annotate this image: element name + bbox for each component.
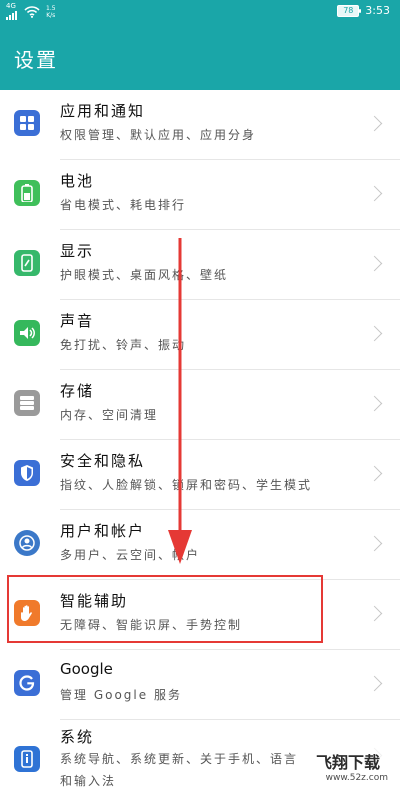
settings-item-subtitle: 省电模式、耗电排行 bbox=[60, 198, 187, 212]
apps-grid-icon bbox=[14, 110, 40, 136]
user-icon bbox=[14, 530, 40, 556]
speaker-icon bbox=[14, 320, 40, 346]
chevron-right-icon bbox=[366, 605, 383, 622]
watermark-line2: www.52z.com bbox=[325, 773, 388, 783]
settings-item-storage[interactable]: 存储 内存、空间清理 bbox=[0, 370, 400, 440]
chevron-right-icon bbox=[366, 395, 383, 412]
annotation-arrow bbox=[168, 238, 192, 564]
wifi-icon bbox=[24, 5, 40, 18]
chevron-right-icon bbox=[366, 325, 383, 342]
page-title: 设置 bbox=[14, 48, 58, 72]
speed-value: 1.5 bbox=[46, 4, 56, 12]
settings-item-title: 安全和隐私 bbox=[60, 452, 146, 470]
signal-icon bbox=[6, 11, 17, 20]
settings-item-title: Google bbox=[60, 660, 113, 678]
settings-item-battery[interactable]: 电池 省电模式、耗电排行 bbox=[0, 160, 400, 230]
settings-item-security[interactable]: 安全和隐私 指纹、人脸解锁、锁屏和密码、学生模式 bbox=[0, 440, 400, 510]
battery-icon bbox=[14, 180, 40, 206]
toolbar: 设置 bbox=[0, 26, 400, 90]
settings-item-users[interactable]: 用户和帐户 多用户、云空间、帐户 bbox=[0, 510, 400, 580]
settings-item-subtitle: 权限管理、默认应用、应用分身 bbox=[60, 128, 257, 142]
settings-item-subtitle: 管理 Google 服务 bbox=[60, 688, 182, 702]
settings-item-title: 声音 bbox=[60, 312, 95, 330]
settings-item-title: 系统 bbox=[60, 728, 95, 746]
settings-item-display[interactable]: 显示 护眼模式、桌面风格、壁纸 bbox=[0, 230, 400, 300]
watermark-text: 飞翔下载 www.52z.com bbox=[312, 747, 392, 785]
settings-item-subtitle: 系统导航、系统更新、关于手机、语言 bbox=[60, 752, 299, 766]
watermark-line1: 飞翔下载 bbox=[316, 753, 381, 772]
settings-item-title: 电池 bbox=[60, 172, 95, 190]
network-speed: 1.5 K/s bbox=[46, 5, 56, 19]
settings-item-google[interactable]: Google 管理 Google 服务 bbox=[0, 650, 400, 720]
settings-item-subtitle-line2: 和输入法 bbox=[60, 774, 117, 788]
status-time: 3:53 bbox=[365, 4, 390, 17]
chevron-right-icon bbox=[366, 675, 383, 692]
google-icon bbox=[14, 670, 40, 696]
settings-item-title: 用户和帐户 bbox=[60, 522, 146, 540]
chevron-right-icon bbox=[366, 115, 383, 132]
shield-icon bbox=[14, 460, 40, 486]
watermark: 飞翔下载 www.52z.com bbox=[312, 747, 392, 787]
settings-item-sound[interactable]: 声音 免打扰、铃声、振动 bbox=[0, 300, 400, 370]
info-icon bbox=[14, 746, 40, 772]
chevron-right-icon bbox=[366, 185, 383, 202]
display-icon bbox=[14, 250, 40, 276]
settings-item-title: 存储 bbox=[60, 382, 95, 400]
battery-indicator: 78 bbox=[337, 4, 362, 17]
settings-item-subtitle: 护眼模式、桌面风格、壁纸 bbox=[60, 268, 229, 282]
battery-level: 78 bbox=[343, 5, 354, 15]
status-bar: 4G 1.5 K/s 78 3:53 bbox=[0, 0, 400, 26]
storage-icon bbox=[14, 390, 40, 416]
status-left: 4G 1.5 K/s bbox=[6, 3, 56, 20]
network-type: 4G bbox=[6, 2, 16, 10]
highlight-box bbox=[7, 575, 323, 643]
signal-group: 4G bbox=[6, 3, 18, 20]
chevron-right-icon bbox=[366, 465, 383, 482]
chevron-right-icon bbox=[366, 255, 383, 272]
chevron-right-icon bbox=[366, 535, 383, 552]
status-right: 78 3:53 bbox=[337, 4, 390, 17]
speed-unit: K/s bbox=[46, 11, 56, 19]
settings-item-apps[interactable]: 应用和通知 权限管理、默认应用、应用分身 bbox=[0, 90, 400, 160]
settings-item-subtitle: 内存、空间清理 bbox=[60, 408, 159, 422]
settings-item-title: 应用和通知 bbox=[60, 102, 146, 120]
settings-item-title: 显示 bbox=[60, 242, 95, 260]
